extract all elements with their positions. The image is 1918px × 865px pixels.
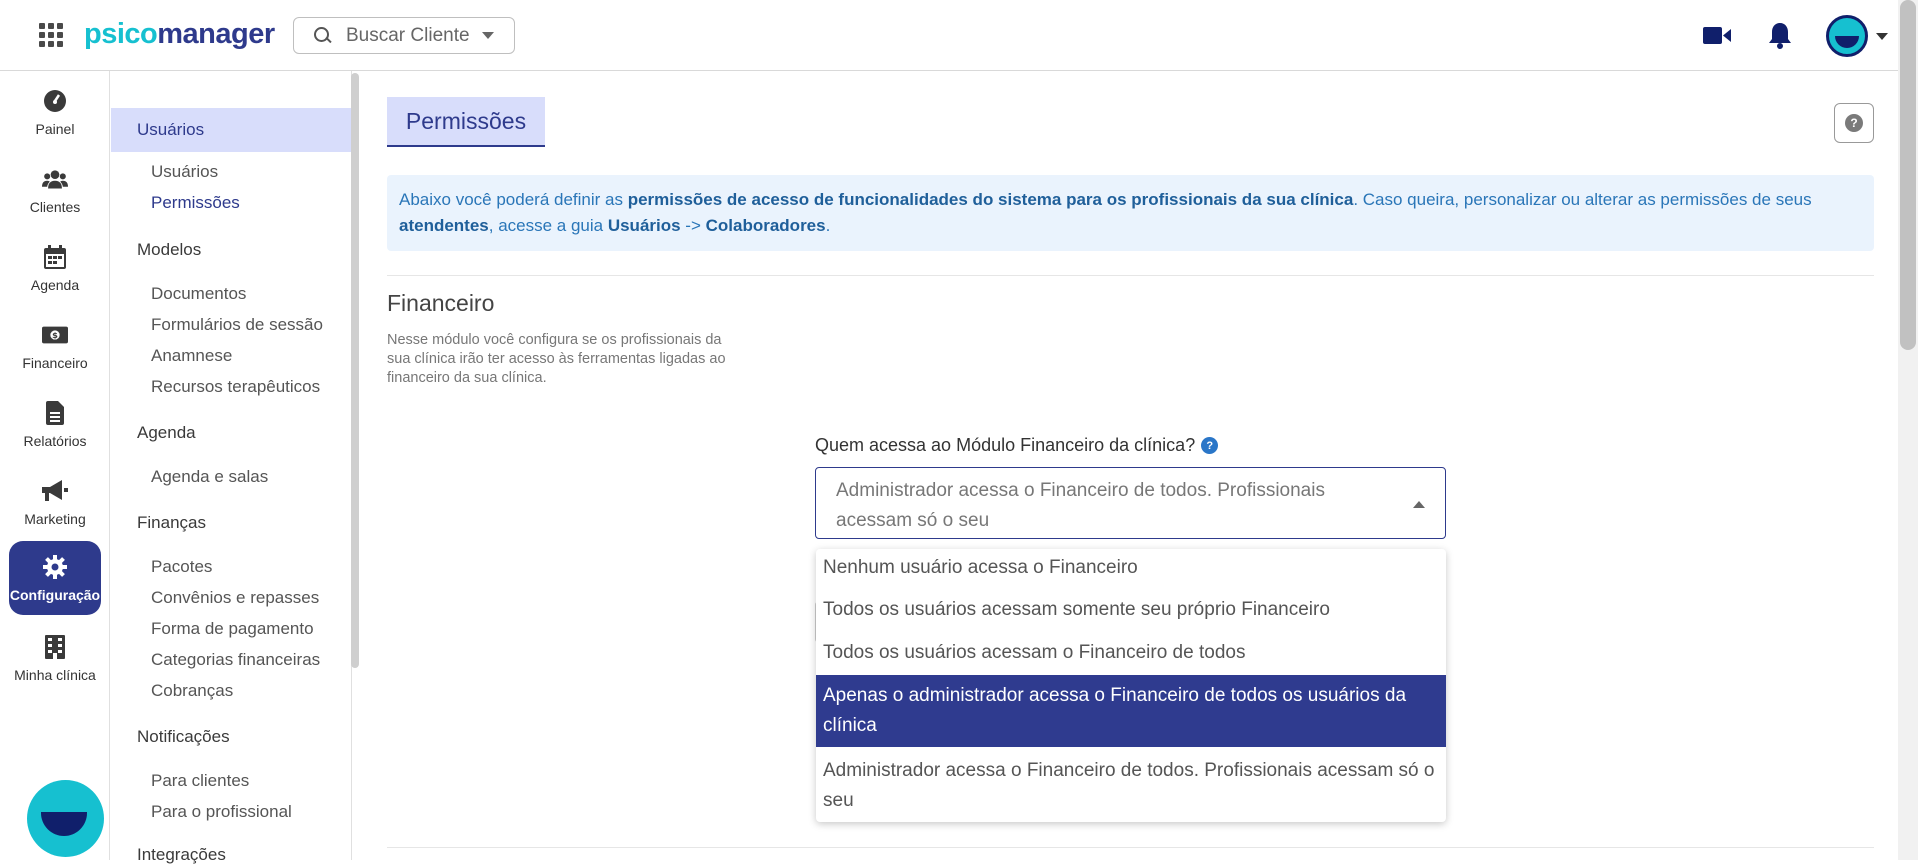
financeiro-access-select[interactable]: Administrador acessa o Financeiro de tod…	[815, 467, 1446, 539]
select-option[interactable]: Todos os usuários acessam somente seu pr…	[816, 595, 1446, 625]
calendar-icon	[42, 244, 68, 270]
select-option[interactable]: Nenhum usuário acessa o Financeiro	[816, 553, 1446, 583]
user-avatar[interactable]	[1826, 15, 1868, 57]
money-icon: $	[42, 322, 68, 348]
subnav-item-formularios[interactable]: Formulários de sessão	[151, 315, 323, 335]
logo-part-1: psico	[84, 18, 158, 50]
info-bold: Usuários	[607, 216, 681, 235]
divider	[387, 847, 1874, 848]
chevron-down-icon[interactable]	[1876, 33, 1888, 40]
gear-icon	[42, 554, 68, 580]
rail-item-minha-clinica[interactable]: Minha clínica	[9, 621, 101, 695]
select-value: Administrador acessa o Financeiro de tod…	[836, 480, 1325, 531]
rail-item-financeiro[interactable]: $ Financeiro	[9, 309, 101, 383]
bell-icon[interactable]	[1767, 21, 1793, 49]
field-label-text: Quem acessa ao Módulo Financeiro da clín…	[815, 435, 1196, 455]
rail-item-configuracao[interactable]: Configuração	[9, 541, 101, 615]
search-icon	[314, 27, 331, 44]
subnav-group-notificacoes: Notificações	[137, 727, 230, 746]
select-option[interactable]: Todos os usuários acessam o Financeiro d…	[816, 638, 1446, 668]
info-bold: atendentes	[399, 216, 489, 235]
rail-item-relatorios[interactable]: Relatórios	[9, 387, 101, 461]
help-icon: ?	[1845, 114, 1863, 132]
main-content: Permissões ? Abaixo você poderá definir …	[363, 71, 1898, 860]
field-label: Quem acessa ao Módulo Financeiro da clín…	[815, 435, 1219, 456]
search-placeholder: Buscar Cliente	[346, 24, 470, 46]
page-title: Permissões	[387, 97, 545, 147]
info-text: , acesse a guia	[488, 216, 608, 235]
subnav-item-anamnese[interactable]: Anamnese	[151, 346, 232, 366]
subnav-item-agenda-salas[interactable]: Agenda e salas	[151, 467, 268, 487]
page-scrollbar[interactable]	[1898, 0, 1918, 860]
info-text: Abaixo você poderá definir as	[399, 190, 628, 209]
scrollbar-thumb[interactable]	[1900, 0, 1916, 350]
rail-item-agenda[interactable]: Agenda	[9, 231, 101, 305]
chevron-up-icon	[1413, 501, 1425, 508]
settings-subnav: Usuários Usuários Permissões Modelos Doc…	[111, 71, 352, 864]
subnav-item-para-profissional[interactable]: Para o profissional	[151, 802, 292, 822]
rail-label: Painel	[35, 120, 75, 137]
info-banner: Abaixo você poderá definir as permissões…	[387, 175, 1874, 251]
subnav-item-permissoes[interactable]: Permissões	[151, 193, 240, 213]
subnav-item-categorias[interactable]: Categorias financeiras	[151, 650, 320, 670]
rail-item-clientes[interactable]: Clientes	[9, 153, 101, 227]
megaphone-icon	[42, 478, 68, 504]
rail-item-painel[interactable]: Painel	[9, 75, 101, 149]
subnav-item-cobrancas[interactable]: Cobranças	[151, 681, 233, 701]
left-rail: Painel Clientes Agenda $ Financeiro Rela…	[0, 71, 110, 860]
subnav-group-integracoes: Integrações	[137, 845, 226, 864]
divider	[387, 275, 1874, 276]
svg-text:$: $	[52, 330, 58, 340]
rail-label: Financeiro	[22, 354, 88, 371]
users-icon	[42, 166, 68, 192]
subnav-item-usuarios[interactable]: Usuários	[151, 162, 218, 182]
subnav-item-pacotes[interactable]: Pacotes	[151, 557, 212, 577]
apps-grid-icon[interactable]	[39, 23, 63, 47]
info-text: ->	[680, 216, 706, 235]
info-bold: Colaboradores	[705, 216, 826, 235]
section-title: Financeiro	[387, 290, 495, 316]
info-icon[interactable]: ?	[1201, 437, 1219, 454]
search-client-button[interactable]: Buscar Cliente	[293, 17, 515, 54]
rail-item-marketing[interactable]: Marketing	[9, 465, 101, 539]
building-icon	[42, 634, 68, 660]
subnav-item-para-clientes[interactable]: Para clientes	[151, 771, 249, 791]
top-bar: psicomanager Buscar Cliente	[0, 0, 1898, 71]
select-option-highlighted[interactable]: Apenas o administrador acessa o Financei…	[816, 675, 1446, 747]
subnav-item-convenios[interactable]: Convênios e repasses	[151, 588, 319, 608]
subnav-item-recursos[interactable]: Recursos terapêuticos	[151, 377, 320, 397]
rail-label: Minha clínica	[14, 666, 96, 683]
rail-label: Relatórios	[23, 432, 87, 449]
select-option[interactable]: Administrador acessa o Financeiro de tod…	[816, 751, 1446, 816]
subnav-item-forma-pagamento[interactable]: Forma de pagamento	[151, 619, 314, 639]
rail-label: Configuração	[9, 586, 101, 603]
info-text: .	[825, 216, 831, 235]
info-bold: permissões de acesso de funcionalidades …	[627, 190, 1354, 209]
rail-label: Marketing	[24, 510, 86, 527]
assistant-avatar[interactable]	[27, 780, 104, 857]
info-text: . Caso queira, personalizar ou alterar a…	[1353, 190, 1812, 209]
subnav-group-financas: Finanças	[137, 513, 206, 532]
section-description: Nesse módulo você configura se os profis…	[387, 332, 726, 386]
select-dropdown: Nenhum usuário acessa o Financeiro Todos…	[816, 549, 1446, 822]
subnav-section-usuarios[interactable]: Usuários	[111, 108, 351, 152]
subnav-scrollbar[interactable]	[351, 73, 359, 668]
chevron-down-icon	[481, 32, 494, 39]
video-icon[interactable]	[1703, 26, 1731, 45]
dashboard-icon	[42, 88, 68, 114]
subnav-group-modelos: Modelos	[137, 240, 202, 259]
logo[interactable]: psicomanager	[84, 18, 275, 51]
rail-label: Agenda	[30, 276, 80, 293]
subnav-item-documentos[interactable]: Documentos	[151, 284, 246, 304]
subnav-group-agenda: Agenda	[137, 423, 196, 442]
logo-part-2: manager	[157, 18, 275, 50]
report-icon	[42, 400, 68, 426]
rail-label: Clientes	[29, 198, 81, 215]
help-button[interactable]: ?	[1834, 103, 1874, 143]
